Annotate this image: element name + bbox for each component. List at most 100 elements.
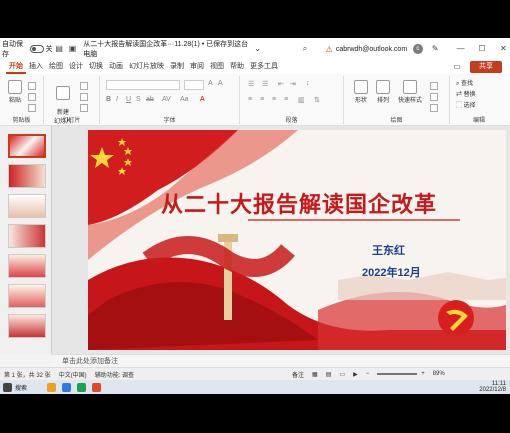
shapes-button[interactable]: 形状 — [352, 80, 370, 104]
minimize-icon[interactable]: — — [456, 44, 465, 54]
tab-view[interactable]: 视图 — [207, 60, 227, 74]
bullets-icon[interactable]: ☰ — [248, 80, 254, 88]
layout-icon[interactable] — [80, 82, 88, 90]
find-button[interactable]: ⌕ 查找 — [456, 78, 473, 88]
slide-thumbnail-6[interactable] — [8, 284, 46, 308]
avatar[interactable]: c — [413, 44, 423, 54]
tab-record[interactable]: 录制 — [167, 60, 187, 74]
autosave-toggle[interactable] — [30, 45, 44, 53]
start-icon[interactable] — [3, 382, 12, 392]
party-emblem-icon — [438, 300, 474, 336]
font-name-select[interactable] — [106, 80, 180, 90]
slideshow-view-icon[interactable]: ▶ — [353, 371, 358, 378]
presentation-icon[interactable]: ▣ — [68, 44, 77, 54]
slide-thumbnail-7[interactable] — [8, 314, 46, 338]
slide-thumbnail-4[interactable] — [8, 224, 46, 248]
slide-date[interactable]: 2022年12月 — [362, 264, 421, 280]
shape-effects-icon[interactable] — [430, 104, 438, 112]
save-icon[interactable]: ▤ — [55, 44, 64, 54]
slide-background-art — [88, 130, 506, 350]
tab-more-tools[interactable]: 更多工具 — [247, 60, 281, 74]
italic-icon[interactable]: I — [116, 96, 118, 103]
section-icon[interactable] — [80, 104, 88, 112]
zoom-slider[interactable] — [377, 373, 418, 375]
tab-home[interactable]: 开始 — [6, 60, 26, 74]
tab-animations[interactable]: 动画 — [106, 60, 126, 74]
thumb-preview — [9, 285, 45, 307]
powerpoint-taskbar-icon[interactable] — [92, 382, 102, 392]
decrease-indent-icon[interactable]: ⇤ — [278, 80, 284, 88]
line-spacing-icon[interactable]: ↕ — [306, 80, 310, 87]
tab-insert[interactable]: 插入 — [26, 60, 46, 74]
grow-font-icon[interactable]: A — [208, 80, 213, 87]
slide-thumbnail-3[interactable] — [8, 194, 46, 218]
font-color-icon[interactable]: A — [200, 96, 205, 103]
normal-view-icon[interactable]: ▦ — [312, 371, 318, 378]
align-center-icon[interactable]: ≡ — [260, 96, 264, 103]
account-email[interactable]: cabrwdh@outlook.com — [336, 46, 407, 53]
arrange-button[interactable]: 排列 — [374, 80, 392, 104]
underline-icon[interactable]: U — [126, 96, 131, 103]
shadow-icon[interactable]: S — [136, 96, 141, 103]
accessibility-status[interactable]: 辅助功能: 调查 — [95, 370, 134, 379]
justify-icon[interactable]: ≡ — [284, 96, 288, 103]
slide-thumbnail-pane[interactable]: 1 — [0, 126, 52, 354]
search-icon[interactable]: ⌕ — [300, 44, 309, 54]
tab-draw[interactable]: 绘图 — [46, 60, 66, 74]
slide-sorter-icon[interactable]: ▤ — [326, 371, 332, 378]
paste-button[interactable]: 粘贴 — [6, 80, 24, 104]
document-title[interactable]: 从二十大报告解读国企改革···11.28(1) • 已保存到这台电脑 — [83, 39, 251, 59]
tab-help[interactable]: 帮助 — [227, 60, 247, 74]
app-icon[interactable] — [47, 382, 57, 392]
pen-icon[interactable]: ✎ — [431, 44, 440, 54]
select-button[interactable]: ⬚ 选择 — [456, 100, 476, 109]
notes-toggle[interactable]: 备注 — [292, 370, 304, 379]
format-painter-icon[interactable] — [28, 104, 36, 112]
char-spacing-icon[interactable]: AV — [162, 96, 171, 103]
reading-view-icon[interactable]: ▭ — [339, 371, 345, 378]
shrink-font-icon[interactable]: A — [218, 80, 223, 87]
slide-thumbnail-1[interactable]: 1 — [8, 134, 46, 158]
numbering-icon[interactable]: ☰ — [262, 80, 268, 88]
increase-indent-icon[interactable]: ⇥ — [290, 80, 296, 88]
app-icon[interactable] — [77, 382, 87, 392]
zoom-in-icon[interactable]: + — [421, 371, 425, 377]
align-right-icon[interactable]: ≡ — [272, 96, 276, 103]
share-button[interactable]: 共享 — [470, 61, 502, 73]
cut-icon[interactable] — [28, 82, 36, 90]
change-case-icon[interactable]: Aa — [180, 96, 189, 103]
shape-outline-icon[interactable] — [430, 93, 438, 101]
font-size-select[interactable] — [184, 80, 204, 90]
tab-design[interactable]: 设计 — [66, 60, 86, 74]
language-indicator[interactable]: 中文(中国) — [59, 370, 87, 379]
close-icon[interactable]: ✕ — [499, 44, 508, 54]
app-icon[interactable] — [62, 382, 72, 392]
align-left-icon[interactable]: ≡ — [248, 96, 252, 103]
zoom-out-icon[interactable]: − — [366, 371, 370, 377]
tab-slideshow[interactable]: 幻灯片放映 — [126, 60, 167, 74]
columns-icon[interactable]: ▥ — [298, 96, 305, 104]
strikethrough-icon[interactable]: ab — [146, 96, 154, 103]
copy-icon[interactable] — [28, 93, 36, 101]
slide-author[interactable]: 王东红 — [372, 242, 405, 258]
maximize-icon[interactable]: ☐ — [477, 44, 486, 54]
text-direction-icon[interactable]: ⇅ — [314, 96, 320, 104]
taskbar-search[interactable]: 搜索 — [15, 383, 27, 392]
comment-icon[interactable]: ▭ — [452, 62, 462, 72]
warning-icon: ⚠ — [325, 44, 333, 54]
notes-pane[interactable]: 单击此处添加备注 — [52, 354, 510, 367]
quick-styles-button[interactable]: 快速样式 — [396, 80, 424, 104]
autosave-state: 关 — [45, 46, 53, 53]
tab-review[interactable]: 审阅 — [187, 60, 207, 74]
slide-canvas[interactable]: 从二十大报告解读国企改革 王东红 2022年12月 — [88, 130, 506, 350]
slide-thumbnail-2[interactable] — [8, 164, 46, 188]
bold-icon[interactable]: B — [106, 96, 111, 103]
chevron-down-icon[interactable]: ⌄ — [253, 44, 262, 54]
slide-thumbnail-5[interactable] — [8, 254, 46, 278]
zoom-level[interactable]: 89% — [433, 371, 445, 377]
tab-transitions[interactable]: 切换 — [86, 60, 106, 74]
shape-fill-icon[interactable] — [430, 82, 438, 90]
reset-icon[interactable] — [80, 93, 88, 101]
slide-title[interactable]: 从二十大报告解读国企改革 — [161, 187, 437, 219]
replace-button[interactable]: ⇄ 替换 — [456, 89, 476, 98]
